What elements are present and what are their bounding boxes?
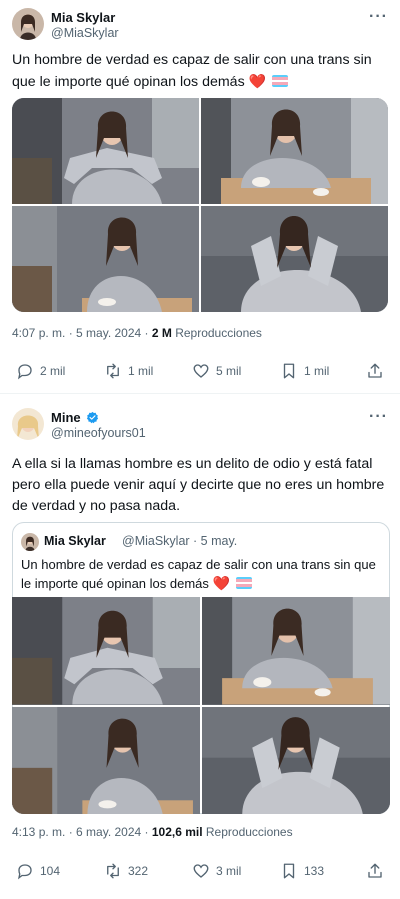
author-avatar[interactable]	[12, 408, 44, 440]
bookmark-count: 133	[304, 864, 325, 878]
tweet-text-body: Un hombre de verdad es capaz de salir co…	[12, 52, 372, 90]
quoted-media-grid[interactable]	[12, 597, 390, 814]
tweet-text: A ella si la llamas hombre es un delito …	[12, 456, 385, 514]
views-label: Reproducciones	[202, 825, 293, 839]
like-count: 3 mil	[216, 864, 242, 878]
quoted-author-avatar	[21, 533, 39, 551]
views-count: 102,6 mil	[151, 825, 203, 839]
share-button[interactable]	[366, 362, 384, 380]
bookmark-button[interactable]: 133	[280, 862, 324, 880]
bookmark-button[interactable]: 1 mil	[280, 362, 329, 380]
action-bar: 104 322 3 mil 133	[0, 862, 400, 886]
quoted-tweet[interactable]: Mia Skylar @MiaSkylar · 5 may. Un hombre…	[12, 522, 390, 814]
heart-emoji-icon: ❤️	[212, 575, 230, 591]
photo-2[interactable]	[201, 98, 388, 204]
transgender-flag-icon	[235, 577, 252, 589]
quoted-text-body: Un hombre de verdad es capaz de salir co…	[21, 557, 376, 591]
retweet-icon	[107, 863, 119, 879]
photo-2[interactable]	[202, 597, 390, 705]
bookmark-count: 1 mil	[304, 364, 330, 378]
quoted-tweet-text: Un hombre de verdad es capaz de salir co…	[21, 556, 383, 593]
retweet-button[interactable]: 1 mil	[104, 362, 153, 380]
bookmark-icon	[283, 863, 295, 879]
tweet-meta: 4:07 p. m. · 5 may. 2024 · 2 M Reproducc…	[12, 326, 262, 340]
photo-1[interactable]	[12, 98, 199, 204]
views-count: 2 M	[151, 326, 172, 340]
like-button[interactable]: 5 mil	[192, 362, 241, 380]
heart-emoji-icon: ❤️	[248, 73, 267, 89]
reply-icon	[17, 864, 32, 880]
tweet-divider	[0, 393, 400, 394]
author-name[interactable]: Mine	[51, 410, 99, 425]
tweet-1[interactable]: Mia Skylar @MiaSkylar ··· Un hombre de v…	[0, 0, 400, 392]
retweet-icon	[107, 363, 119, 379]
action-bar: 2 mil 1 mil 5 mil 1 mil	[0, 362, 400, 386]
timestamp[interactable]: 4:07 p. m. · 5 may. 2024 ·	[12, 326, 152, 340]
heart-icon	[193, 364, 209, 378]
heart-icon	[193, 864, 209, 878]
tweet-2[interactable]: Mine @mineofyours01 ··· A ella si la lla…	[0, 396, 400, 899]
reply-count: 2 mil	[40, 364, 66, 378]
retweet-count: 322	[128, 864, 149, 878]
author-handle[interactable]: @mineofyours01	[51, 426, 146, 440]
author-handle[interactable]: @MiaSkylar	[51, 26, 119, 40]
views-label: Reproducciones	[171, 326, 262, 340]
bookmark-icon	[283, 363, 295, 379]
reply-icon	[17, 364, 32, 380]
photo-4[interactable]	[202, 706, 390, 814]
photo-3[interactable]	[12, 206, 199, 312]
like-button[interactable]: 3 mil	[192, 862, 241, 880]
like-count: 5 mil	[216, 364, 242, 378]
share-icon	[368, 363, 382, 378]
more-dots-icon[interactable]: ···	[369, 8, 388, 26]
transgender-flag-icon	[272, 75, 289, 87]
author-name-text: Mine	[51, 410, 81, 425]
timestamp[interactable]: 4:13 p. m. · 6 may. 2024 ·	[12, 825, 152, 839]
photo-4[interactable]	[201, 206, 388, 312]
share-icon	[368, 863, 382, 878]
reply-button[interactable]: 2 mil	[16, 362, 65, 380]
reply-button[interactable]: 104	[16, 862, 60, 880]
tweet-text: Un hombre de verdad es capaz de salir co…	[12, 50, 390, 93]
retweet-button[interactable]: 322	[104, 862, 148, 880]
quoted-author-name: Mia Skylar	[44, 534, 106, 548]
more-dots-icon[interactable]: ···	[369, 408, 388, 426]
photo-1[interactable]	[12, 597, 200, 705]
reply-count: 104	[40, 864, 61, 878]
author-avatar[interactable]	[12, 8, 44, 40]
author-name[interactable]: Mia Skylar	[51, 10, 115, 25]
retweet-count: 1 mil	[128, 364, 154, 378]
photo-3[interactable]	[12, 706, 200, 814]
share-button[interactable]	[366, 862, 384, 880]
tweet-meta: 4:13 p. m. · 6 may. 2024 · 102,6 mil Rep…	[12, 825, 293, 839]
verified-badge-icon	[87, 411, 99, 424]
media-grid[interactable]	[12, 98, 388, 312]
quoted-author-handle: @MiaSkylar · 5 may.	[122, 534, 238, 548]
